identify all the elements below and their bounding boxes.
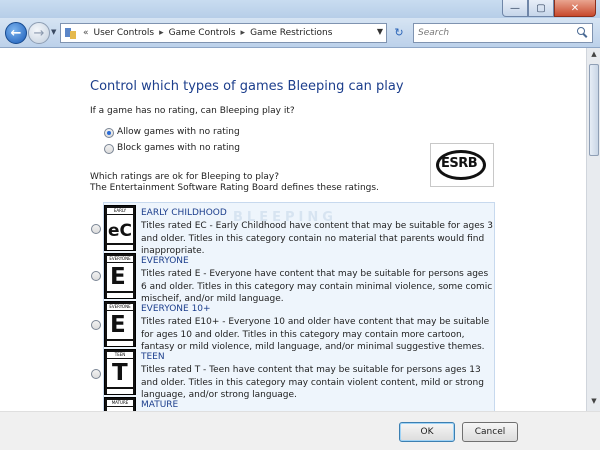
block-unrated-radio[interactable] — [104, 144, 114, 154]
caption-buttons: — ▢ ✕ — [502, 0, 596, 18]
ratings-question: Which ratings are ok for Bleeping to pla… — [90, 172, 280, 182]
scroll-down-icon[interactable]: ▼ — [589, 397, 599, 409]
rating-title: MATURE — [141, 400, 179, 410]
rating-title: TEEN — [141, 352, 165, 362]
refresh-icon: ↻ — [394, 26, 404, 39]
ok-button[interactable]: OK — [399, 422, 455, 442]
ec-rating-icon: EARLY CHILDHOOD eC — [104, 205, 136, 251]
breadcrumb-overflow-icon[interactable]: « — [83, 28, 89, 38]
vertical-scrollbar[interactable]: ▲ ▼ — [586, 48, 600, 411]
t-rating-icon: TEEN T — [104, 349, 136, 395]
e10-rating-icon: EVERYONE 10+ E — [104, 301, 136, 347]
forward-button[interactable]: → — [28, 22, 50, 44]
breadcrumb-game-restrictions[interactable]: Game Restrictions — [250, 28, 332, 38]
breadcrumb-game-controls[interactable]: Game Controls — [169, 28, 236, 38]
search-icon[interactable] — [577, 27, 588, 38]
allow-unrated-label[interactable]: Allow games with no rating — [117, 127, 240, 137]
search-input[interactable]: Search — [418, 28, 449, 38]
breadcrumb-separator-icon[interactable]: ▸ — [159, 28, 164, 38]
rating-title: EVERYONE 10+ — [141, 304, 211, 314]
minimize-button[interactable]: — — [502, 0, 528, 17]
rating-description: Titles rated E - Everyone have content t… — [141, 269, 493, 304]
maximize-button[interactable]: ▢ — [528, 0, 554, 17]
rating-description: Titles rated T - Teen have content that … — [141, 365, 484, 400]
rating-radio-everyone[interactable] — [91, 271, 101, 281]
back-arrow-icon: ← — [10, 25, 22, 41]
address-dropdown-icon[interactable]: ▼ — [377, 27, 383, 36]
minimize-icon: — — [510, 2, 520, 14]
search-box[interactable]: Search — [413, 23, 593, 43]
rating-title: EARLY CHILDHOOD — [141, 208, 227, 218]
back-button[interactable]: ← — [5, 22, 27, 44]
close-button[interactable]: ✕ — [554, 0, 596, 17]
address-bar[interactable]: « User Controls ▸ Game Controls ▸ Game R… — [60, 23, 387, 43]
scrollbar-thumb[interactable] — [589, 64, 599, 156]
rating-description: Titles rated EC - Early Childhood have c… — [141, 221, 494, 256]
refresh-button[interactable]: ↻ — [391, 26, 407, 40]
rating-title: EVERYONE — [141, 256, 189, 266]
maximize-icon: ▢ — [536, 2, 546, 14]
recent-pages-icon[interactable]: ▼ — [51, 28, 56, 36]
m-rating-icon: MATURE 17+ M — [104, 397, 136, 411]
esrb-logo-text: ESRB — [441, 156, 478, 171]
ratings-note: The Entertainment Software Rating Board … — [90, 183, 379, 193]
rating-radio-early-childhood[interactable] — [91, 224, 101, 234]
content-pane: Control which types of games Bleeping ca… — [0, 48, 586, 411]
cancel-button[interactable]: Cancel — [462, 422, 518, 442]
esrb-logo: ESRB — [430, 143, 494, 187]
no-rating-question: If a game has no rating, can Bleeping pl… — [90, 106, 295, 116]
navigation-bar: ← → ▼ « User Controls ▸ Game Controls ▸ … — [0, 18, 600, 48]
forward-arrow-icon: → — [33, 25, 45, 41]
rating-description: Titles rated E10+ - Everyone 10 and olde… — [141, 317, 490, 352]
control-panel-icon — [64, 26, 78, 40]
block-unrated-label[interactable]: Block games with no rating — [117, 143, 240, 153]
page-title: Control which types of games Bleeping ca… — [90, 79, 404, 94]
close-icon: ✕ — [570, 2, 580, 14]
e-rating-icon: EVERYONE E — [104, 253, 136, 299]
scroll-up-icon[interactable]: ▲ — [589, 50, 599, 62]
rating-radio-teen[interactable] — [91, 369, 101, 379]
breadcrumb-separator-icon[interactable]: ▸ — [241, 28, 246, 38]
breadcrumb-user-controls[interactable]: User Controls — [94, 28, 155, 38]
allow-unrated-radio[interactable] — [104, 128, 114, 138]
ratings-list: BLEEPING EARLY CHILDHOOD eC EARLY CHILDH… — [103, 202, 495, 411]
rating-radio-everyone-10[interactable] — [91, 320, 101, 330]
dialog-footer: OK Cancel — [0, 411, 600, 450]
